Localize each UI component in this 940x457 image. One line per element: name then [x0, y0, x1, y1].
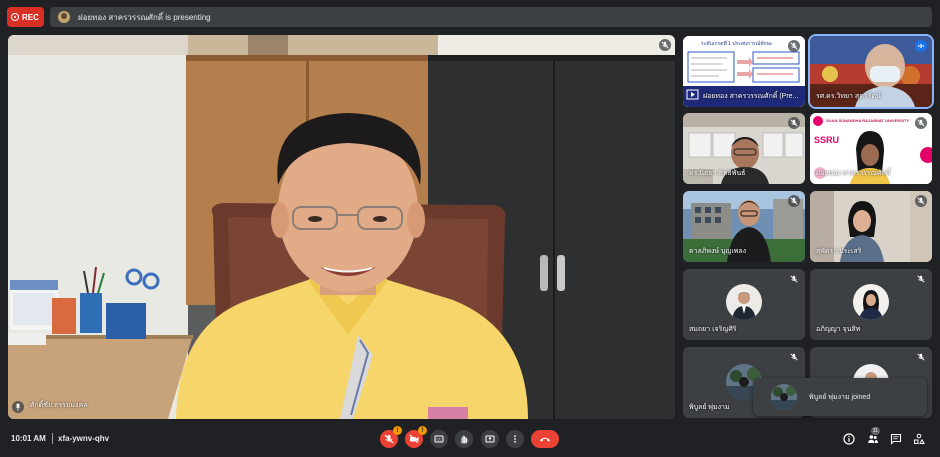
participant-tile[interactable]: ดร.นิตยา สิทธิพันธ์	[683, 113, 805, 184]
more-options-button[interactable]	[506, 430, 524, 448]
participant-name: ฝอยทอง สาครวรรณศักดิ์	[816, 170, 891, 177]
people-button[interactable]: 11	[866, 427, 880, 446]
participant-name: ฝอยทอง สาครวรรณศักดิ์ (Pre...	[703, 93, 799, 100]
main-speaker-tile[interactable]: ศักดิ์ชัย ธรรมมงคล	[8, 35, 675, 419]
present-screen-icon	[485, 435, 495, 443]
main-speaker-mic-off-icon	[659, 39, 671, 51]
mic-off-icon	[788, 117, 800, 129]
org-short: SSRU	[814, 135, 840, 145]
camera-toggle-button[interactable]: !	[405, 426, 427, 448]
presenting-text: ฝอยทอง สาครวรรณศักดิ์ is presenting	[78, 12, 211, 22]
clock: 10:01 AM	[11, 434, 46, 443]
participant-name: ดร.นิตยา สิทธิพันธ์	[689, 170, 746, 177]
hang-up-icon	[540, 437, 550, 442]
info-icon	[843, 433, 855, 445]
participant-count-badge: 11	[871, 427, 880, 435]
activities-icon	[914, 433, 925, 444]
mic-off-icon	[915, 273, 927, 285]
join-notification-toast: พิบูลย์ พุ่มงาม joined	[753, 378, 927, 416]
bottom-bar: 10:01 AM xfa-ywnv-qhv ! ! CC 11	[0, 422, 940, 457]
chat-button[interactable]	[889, 432, 903, 446]
microphone-toggle-button[interactable]: !	[380, 426, 402, 448]
slide-title: ระดับเกรดที่ 1 ประสบการณ์ทักษะ	[701, 41, 773, 47]
mic-off-icon	[915, 195, 927, 207]
main-speaker-name: ศักดิ์ชัย ธรรมมงคล	[30, 402, 88, 409]
participant-avatar	[726, 284, 762, 320]
mic-off-icon	[788, 40, 800, 52]
mic-warning-badge: !	[393, 426, 402, 435]
mic-off-icon	[915, 351, 927, 363]
divider	[52, 433, 53, 444]
more-vert-icon	[514, 435, 516, 443]
participant-name: รศ.ดร.วิทยา สุดารัตน์	[816, 93, 881, 100]
participant-name: สมถยา เจริญศิริ	[689, 326, 737, 333]
mic-off-icon	[915, 117, 927, 129]
participant-tile-presentation[interactable]: ระดับเกรดที่ 1 ประสบการณ์ทักษะ ฝอยทอง สา…	[683, 36, 805, 107]
mic-off-icon	[788, 195, 800, 207]
participant-avatar	[853, 284, 889, 320]
participant-name: สุพัตรา ประเสริ	[816, 248, 862, 255]
participant-name: อภิญญา จุนสิท	[816, 326, 861, 333]
recording-label: REC	[22, 12, 39, 22]
participant-tile[interactable]: สมถยา เจริญศิริ	[683, 269, 805, 340]
raise-hand-button[interactable]	[455, 430, 473, 448]
recording-indicator: REC	[7, 7, 44, 27]
svg-text:CC: CC	[436, 438, 442, 442]
top-bar: REC ฝอยทอง สาครวรรณศักดิ์ is presenting	[0, 0, 940, 32]
present-now-button[interactable]	[481, 430, 499, 448]
camera-warning-badge: !	[418, 426, 427, 435]
mic-off-icon	[788, 273, 800, 285]
participant-tile[interactable]: ดาลภิพงษ์ บุญเพลง	[683, 191, 805, 262]
speaking-indicator-icon	[915, 40, 927, 52]
record-icon	[11, 13, 19, 21]
presenting-banner[interactable]: ฝอยทอง สาครวรรณศักดิ์ is presenting	[50, 7, 932, 27]
toast-text: พิบูลย์ พุ่มงาม joined	[809, 393, 871, 401]
pin-icon[interactable]	[12, 401, 24, 413]
mic-off-icon	[788, 351, 800, 363]
participant-tile[interactable]: SUAN SUNANDHA RAJABHAT UNIVERSITY SSRU ฝ…	[810, 113, 932, 184]
activities-button[interactable]	[912, 432, 926, 446]
camera-off-icon	[409, 434, 419, 444]
captions-icon: CC	[434, 435, 444, 443]
captions-button[interactable]: CC	[430, 430, 448, 448]
chat-icon	[890, 433, 902, 445]
participant-name: ดาลภิพงษ์ บุญเพลง	[689, 248, 747, 255]
meeting-code: xfa-ywnv-qhv	[58, 434, 110, 443]
joined-participant-avatar	[771, 384, 797, 410]
hand-icon	[461, 435, 468, 444]
main-speaker-video	[8, 35, 675, 419]
presenter-avatar	[58, 11, 70, 23]
leave-call-button[interactable]	[531, 430, 559, 448]
participant-tile[interactable]: อภิญญา จุนสิท	[810, 269, 932, 340]
mic-off-icon	[384, 434, 394, 444]
participant-tile-speaking[interactable]: รศ.ดร.วิทยา สุดารัตน์	[808, 34, 934, 109]
org-label: SUAN SUNANDHA RAJABHAT UNIVERSITY	[826, 118, 910, 123]
participant-name: พิบูลย์ พุ่มงาม	[689, 404, 730, 411]
participant-tile[interactable]: สุพัตรา ประเสริ	[810, 191, 932, 262]
meeting-details-button[interactable]	[842, 432, 856, 446]
